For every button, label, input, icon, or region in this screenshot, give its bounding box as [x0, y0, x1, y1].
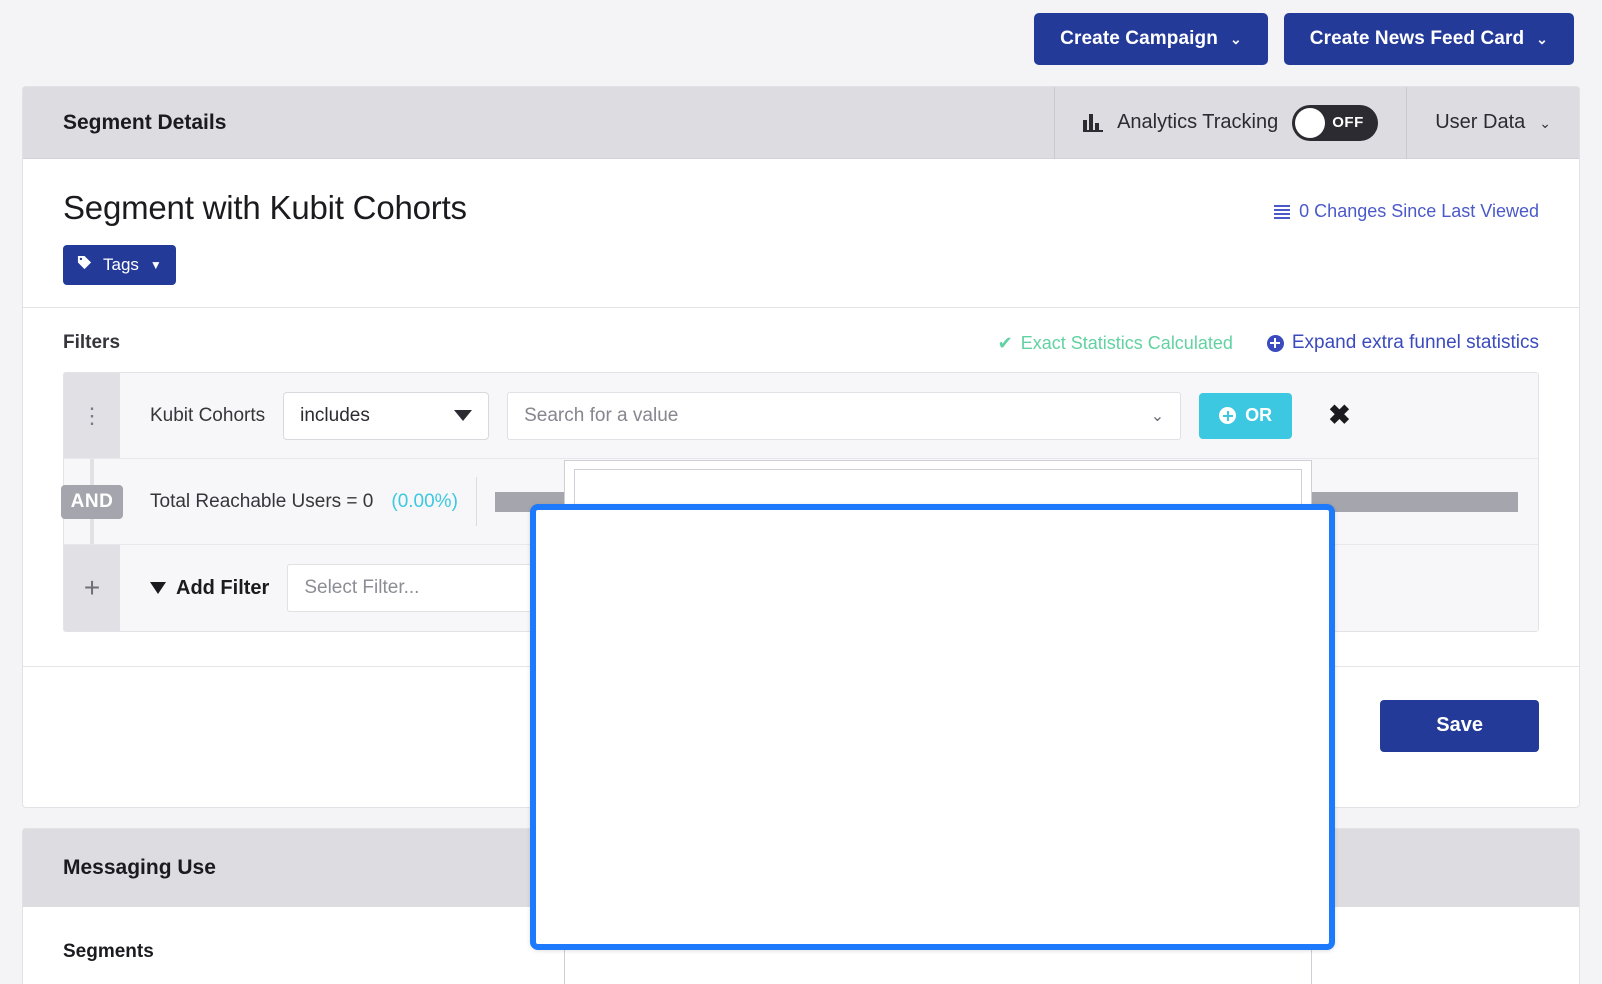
plus-circle-icon: [1219, 407, 1236, 424]
create-news-feed-card-button[interactable]: Create News Feed Card ⌄: [1284, 13, 1574, 65]
divider: [476, 477, 477, 526]
filter-row-body: Kubit Cohorts includes Search for a valu…: [120, 373, 1538, 458]
plus-circle-icon: [1267, 335, 1284, 352]
chevron-down-icon: ⌄: [1536, 32, 1548, 46]
create-campaign-button[interactable]: Create Campaign ⌄: [1034, 13, 1268, 65]
expand-funnel-label: Expand extra funnel statistics: [1292, 332, 1539, 354]
add-filter-label: Add Filter: [176, 577, 269, 600]
add-or-button[interactable]: OR: [1199, 393, 1292, 439]
chevron-down-icon: ⌄: [1539, 116, 1551, 130]
segment-title-block: Segment with Kubit Cohorts Tags ▼ 0 Chan…: [23, 159, 1579, 307]
user-data-label: User Data: [1435, 111, 1525, 134]
create-news-feed-card-label: Create News Feed Card: [1310, 28, 1524, 50]
app-root: Create Campaign ⌄ Create News Feed Card …: [0, 0, 1602, 984]
select-filter-placeholder: Select Filter...: [304, 577, 419, 599]
filters-header-row: Filters ✔ Exact Statistics Calculated Ex…: [63, 332, 1539, 354]
chevron-down-icon: ⌄: [1230, 32, 1242, 46]
bar-chart-icon: [1083, 114, 1103, 132]
conjunction-column: AND: [64, 459, 120, 544]
analytics-tracking-toggle[interactable]: OFF: [1292, 105, 1378, 141]
total-reachable-users-percent: (0.00%): [391, 491, 458, 513]
filters-label: Filters: [63, 332, 998, 354]
messaging-use-title: Messaging Use: [23, 856, 216, 880]
total-reachable-users-label: Total Reachable Users = 0: [150, 491, 373, 513]
drag-handle-icon[interactable]: ⋮: [64, 373, 120, 458]
chevron-down-icon: [454, 410, 472, 421]
value-search-input[interactable]: Search for a value ⌄: [507, 392, 1181, 440]
value-search-placeholder: Search for a value: [524, 405, 678, 427]
save-button[interactable]: Save: [1380, 700, 1539, 752]
filter-operator-value: includes: [300, 405, 370, 427]
analytics-tracking-control[interactable]: Analytics Tracking OFF: [1054, 87, 1406, 159]
dropdown-highlight-box: [530, 504, 1335, 950]
funnel-icon: [150, 582, 166, 594]
remove-filter-button[interactable]: ✖: [1328, 402, 1351, 429]
analytics-tracking-label: Analytics Tracking: [1117, 111, 1278, 134]
create-campaign-label: Create Campaign: [1060, 28, 1218, 50]
filter-row-kubit-cohorts: ⋮ Kubit Cohorts includes Search for a va…: [64, 373, 1538, 459]
toggle-state-label: OFF: [1332, 114, 1364, 131]
exact-statistics-label: Exact Statistics Calculated: [1021, 333, 1233, 354]
or-label: OR: [1245, 405, 1272, 426]
tags-label: Tags: [103, 255, 139, 275]
close-icon: ✖: [1328, 400, 1351, 430]
chevron-down-icon: ▼: [150, 258, 162, 272]
top-action-bar: Create Campaign ⌄ Create News Feed Card …: [0, 0, 1602, 78]
filter-name-label: Kubit Cohorts: [150, 405, 265, 427]
check-icon: ✔: [998, 333, 1013, 354]
tags-button[interactable]: Tags ▼: [63, 245, 176, 285]
changes-since-last-viewed-link[interactable]: 0 Changes Since Last Viewed: [1274, 201, 1539, 222]
user-data-dropdown[interactable]: User Data ⌄: [1406, 87, 1579, 159]
add-row-button[interactable]: +: [64, 545, 120, 631]
changes-link-label: 0 Changes Since Last Viewed: [1299, 201, 1539, 222]
exact-statistics-status: ✔ Exact Statistics Calculated: [998, 333, 1233, 354]
chevron-down-icon: ⌄: [1151, 406, 1164, 426]
segment-details-header: Segment Details Analytics Tracking OFF U…: [23, 87, 1579, 159]
add-filter-button[interactable]: Add Filter: [150, 577, 269, 600]
toggle-knob: [1295, 108, 1325, 138]
tag-icon: [77, 255, 92, 275]
dropdown-search-input[interactable]: [574, 469, 1302, 505]
expand-funnel-statistics-link[interactable]: Expand extra funnel statistics: [1267, 332, 1539, 354]
filter-operator-select[interactable]: includes: [283, 392, 489, 440]
and-chip[interactable]: AND: [61, 485, 124, 519]
page-title: Segment Details: [23, 111, 1054, 135]
list-icon: [1274, 205, 1290, 219]
